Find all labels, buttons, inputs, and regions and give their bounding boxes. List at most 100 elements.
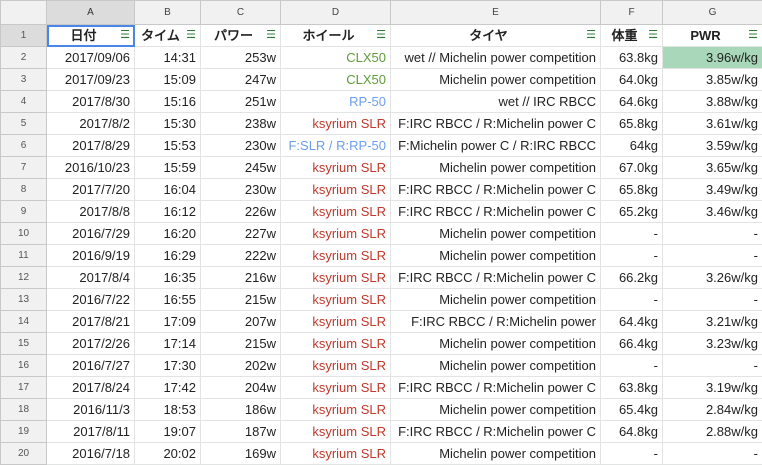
column-letter-a[interactable]: A [47, 1, 135, 25]
column-letter-g[interactable]: G [663, 1, 762, 25]
cell-tire[interactable]: Michelin power competition [391, 157, 601, 179]
cell-weight[interactable]: 67.0kg [601, 157, 663, 179]
row-number[interactable]: 5 [1, 113, 47, 135]
cell-tire[interactable]: wet // Michelin power competition [391, 47, 601, 69]
cell-weight[interactable]: 64.8kg [601, 421, 663, 443]
cell-tire[interactable]: F:IRC RBCC / R:Michelin power [391, 311, 601, 333]
cell-weight[interactable]: 65.2kg [601, 201, 663, 223]
filter-icon[interactable]: ☰ [648, 25, 658, 46]
cell-date[interactable]: 2016/7/22 [47, 289, 135, 311]
cell-time[interactable]: 17:42 [135, 377, 201, 399]
cell-weight[interactable]: - [601, 223, 663, 245]
cell-pwr[interactable]: - [663, 289, 762, 311]
cell-wheel[interactable]: ksyrium SLR [281, 355, 391, 377]
cell-tire[interactable]: Michelin power competition [391, 333, 601, 355]
cell-wheel[interactable]: ksyrium SLR [281, 399, 391, 421]
cell-date[interactable]: 2017/09/23 [47, 69, 135, 91]
cell-time[interactable]: 16:35 [135, 267, 201, 289]
cell-wheel[interactable]: RP-50 [281, 91, 391, 113]
cell-power[interactable]: 187w [201, 421, 281, 443]
cell-tire[interactable]: F:IRC RBCC / R:Michelin power C [391, 113, 601, 135]
row-number[interactable]: 1 [1, 25, 47, 47]
cell-time[interactable]: 17:30 [135, 355, 201, 377]
row-number[interactable]: 11 [1, 245, 47, 267]
row-number[interactable]: 12 [1, 267, 47, 289]
cell-weight[interactable]: 64.6kg [601, 91, 663, 113]
cell-date[interactable]: 2016/7/29 [47, 223, 135, 245]
cell-time[interactable]: 17:14 [135, 333, 201, 355]
cell-tire[interactable]: F:IRC RBCC / R:Michelin power C [391, 267, 601, 289]
row-number[interactable]: 4 [1, 91, 47, 113]
cell-wheel[interactable]: ksyrium SLR [281, 333, 391, 355]
cell-wheel[interactable]: ksyrium SLR [281, 201, 391, 223]
cell-pwr[interactable]: 3.19w/kg [663, 377, 762, 399]
header-cell[interactable]: タイム☰ [135, 25, 201, 47]
cell-power[interactable]: 230w [201, 179, 281, 201]
cell-time[interactable]: 14:31 [135, 47, 201, 69]
cell-tire[interactable]: wet // IRC RBCC [391, 91, 601, 113]
cell-power[interactable]: 215w [201, 333, 281, 355]
cell-date[interactable]: 2017/8/8 [47, 201, 135, 223]
cell-power[interactable]: 216w [201, 267, 281, 289]
column-letter-e[interactable]: E [391, 1, 601, 25]
row-number[interactable]: 3 [1, 69, 47, 91]
row-number[interactable]: 9 [1, 201, 47, 223]
cell-weight[interactable]: 63.8kg [601, 47, 663, 69]
cell-pwr[interactable]: 3.23w/kg [663, 333, 762, 355]
cell-power[interactable]: 222w [201, 245, 281, 267]
cell-power[interactable]: 245w [201, 157, 281, 179]
cell-pwr[interactable]: 3.96w/kg [663, 47, 762, 69]
cell-weight[interactable]: 64.0kg [601, 69, 663, 91]
cell-date[interactable]: 2016/7/27 [47, 355, 135, 377]
cell-date[interactable]: 2017/8/24 [47, 377, 135, 399]
cell-weight[interactable]: 64kg [601, 135, 663, 157]
row-number[interactable]: 17 [1, 377, 47, 399]
cell-wheel[interactable]: ksyrium SLR [281, 377, 391, 399]
cell-tire[interactable]: Michelin power competition [391, 289, 601, 311]
header-cell[interactable]: ホイール☰ [281, 25, 391, 47]
cell-power[interactable]: 226w [201, 201, 281, 223]
cell-tire[interactable]: Michelin power competition [391, 399, 601, 421]
cell-pwr[interactable]: 3.49w/kg [663, 179, 762, 201]
cell-time[interactable]: 17:09 [135, 311, 201, 333]
header-cell[interactable]: 体重☰ [601, 25, 663, 47]
cell-date[interactable]: 2017/8/4 [47, 267, 135, 289]
cell-power[interactable]: 238w [201, 113, 281, 135]
cell-time[interactable]: 15:59 [135, 157, 201, 179]
column-letter-c[interactable]: C [201, 1, 281, 25]
cell-tire[interactable]: Michelin power competition [391, 355, 601, 377]
header-cell[interactable]: パワー☰ [201, 25, 281, 47]
cell-power[interactable]: 251w [201, 91, 281, 113]
row-number[interactable]: 8 [1, 179, 47, 201]
cell-weight[interactable]: - [601, 289, 663, 311]
cell-tire[interactable]: F:IRC RBCC / R:Michelin power C [391, 377, 601, 399]
cell-weight[interactable]: - [601, 245, 663, 267]
cell-pwr[interactable]: 3.46w/kg [663, 201, 762, 223]
cell-power[interactable]: 253w [201, 47, 281, 69]
cell-wheel[interactable]: ksyrium SLR [281, 311, 391, 333]
cell-time[interactable]: 16:29 [135, 245, 201, 267]
cell-wheel[interactable]: ksyrium SLR [281, 223, 391, 245]
cell-tire[interactable]: Michelin power competition [391, 69, 601, 91]
cell-wheel[interactable]: ksyrium SLR [281, 179, 391, 201]
cell-wheel[interactable]: CLX50 [281, 47, 391, 69]
filter-icon[interactable]: ☰ [748, 25, 758, 46]
cell-power[interactable]: 215w [201, 289, 281, 311]
filter-icon[interactable]: ☰ [266, 25, 276, 46]
cell-pwr[interactable]: 3.88w/kg [663, 91, 762, 113]
cell-time[interactable]: 16:55 [135, 289, 201, 311]
cell-pwr[interactable]: - [663, 355, 762, 377]
cell-tire[interactable]: Michelin power competition [391, 223, 601, 245]
cell-wheel[interactable]: ksyrium SLR [281, 289, 391, 311]
cell-date[interactable]: 2017/8/11 [47, 421, 135, 443]
column-letter-f[interactable]: F [601, 1, 663, 25]
cell-tire[interactable]: F:Michelin power C / R:IRC RBCC [391, 135, 601, 157]
filter-icon[interactable]: ☰ [586, 25, 596, 46]
cell-pwr[interactable]: 2.88w/kg [663, 421, 762, 443]
cell-wheel[interactable]: ksyrium SLR [281, 157, 391, 179]
column-letter-d[interactable]: D [281, 1, 391, 25]
filter-icon[interactable]: ☰ [120, 25, 130, 46]
row-number[interactable]: 15 [1, 333, 47, 355]
cell-power[interactable]: 204w [201, 377, 281, 399]
column-letter-b[interactable]: B [135, 1, 201, 25]
